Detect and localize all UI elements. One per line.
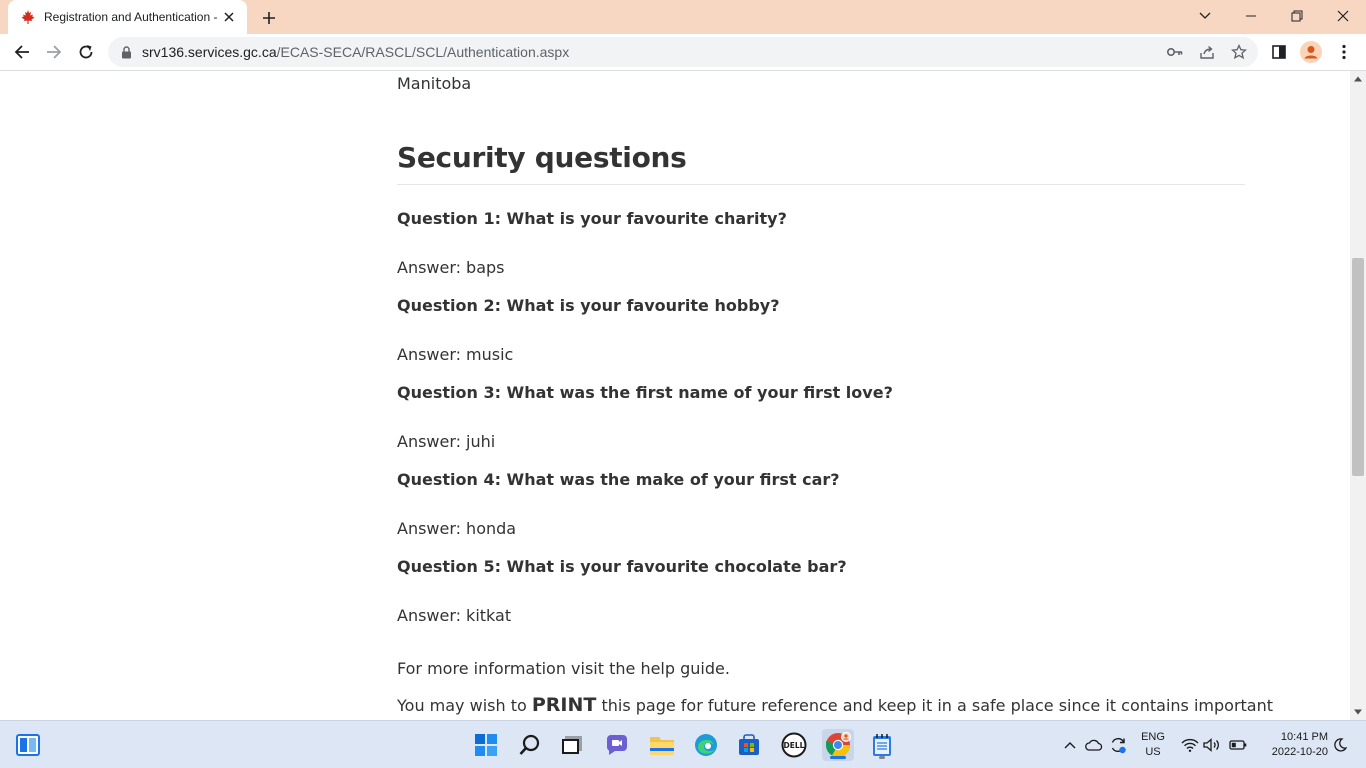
security-answer-1: Answer: baps (397, 258, 505, 277)
bookmark-star-icon[interactable] (1230, 43, 1248, 61)
section-title: Security questions (397, 141, 687, 174)
answer-value: juhi (466, 432, 496, 451)
edge-browser-icon[interactable] (690, 729, 722, 761)
battery-icon[interactable] (1228, 735, 1248, 755)
security-question-5: Question 5: What is your favourite choco… (397, 557, 847, 576)
help-guide-text: For more information visit the help guid… (397, 659, 730, 678)
clock-time: 10:41 PM (1280, 731, 1328, 743)
province-value: Manitoba (397, 74, 472, 93)
security-question-3: Question 3: What was the first name of y… (397, 383, 893, 402)
new-tab-plus-icon[interactable] (258, 7, 280, 29)
answer-value: music (466, 345, 514, 364)
answer-label: Answer: (397, 432, 462, 451)
answer-value: honda (466, 519, 517, 538)
language-code: ENG (1141, 731, 1165, 743)
sync-update-icon[interactable] (1108, 735, 1128, 755)
search-icon[interactable] (514, 729, 546, 761)
answer-value: baps (466, 258, 505, 277)
chrome-browser-icon[interactable] (822, 729, 854, 761)
side-panel-icon[interactable] (1265, 38, 1293, 66)
tab-strip: Registration and Authentication - (0, 0, 1366, 34)
vertical-scrollbar[interactable] (1350, 71, 1366, 720)
answer-label: Answer: (397, 345, 462, 364)
scrollbar-thumb[interactable] (1352, 258, 1364, 476)
wifi-icon[interactable] (1180, 735, 1200, 755)
tab-title: Registration and Authentication - (44, 10, 218, 24)
scroll-up-arrow-icon[interactable] (1350, 71, 1366, 87)
canada-maple-leaf-icon (20, 9, 36, 25)
system-clock[interactable]: 10:41 PM 2022-10-20 (1254, 730, 1328, 760)
more-menu-icon[interactable] (1330, 38, 1358, 66)
answer-value: kitkat (466, 606, 512, 625)
share-icon[interactable] (1198, 43, 1216, 61)
security-answer-5: Answer: kitkat (397, 606, 511, 625)
dell-app-icon[interactable]: DELL (778, 729, 810, 761)
address-bar[interactable]: srv136.services.gc.ca/ECAS-SECA/RASCL/SC… (108, 37, 1258, 67)
back-arrow-icon[interactable] (8, 38, 36, 66)
notepad-icon[interactable] (866, 729, 898, 761)
open-indicator (879, 756, 885, 759)
answer-label: Answer: (397, 258, 462, 277)
security-answer-2: Answer: music (397, 345, 513, 364)
key-icon[interactable] (1166, 43, 1184, 61)
windows-taskbar: DELL ENG US 10:41 PM 2022-10-20 (0, 720, 1366, 768)
url-path: /ECAS-SECA/RASCL/SCL/Authentication.aspx (276, 44, 570, 60)
running-indicator (830, 756, 846, 759)
forward-arrow-icon[interactable] (40, 38, 68, 66)
svg-text:DELL: DELL (784, 741, 805, 750)
notification-moon-icon[interactable] (1330, 735, 1350, 755)
scroll-down-arrow-icon[interactable] (1350, 704, 1366, 720)
answer-label: Answer: (397, 606, 462, 625)
microsoft-store-icon[interactable] (733, 729, 765, 761)
url-text[interactable]: srv136.services.gc.ca/ECAS-SECA/RASCL/SC… (142, 44, 569, 60)
lock-icon[interactable] (118, 44, 134, 60)
task-view-icon[interactable] (556, 729, 588, 761)
close-tab-icon[interactable] (221, 9, 237, 25)
volume-speaker-icon[interactable] (1202, 735, 1222, 755)
security-answer-4: Answer: honda (397, 519, 516, 538)
print-suffix: this page for future reference and keep … (601, 696, 1274, 715)
clock-date: 2022-10-20 (1271, 746, 1328, 758)
widgets-icon[interactable] (12, 729, 44, 761)
browser-tab-active[interactable]: Registration and Authentication - (8, 0, 247, 34)
print-notice: You may wish to PRINT this page for futu… (397, 694, 1273, 716)
page-viewport: Manitoba Security questions Question 1: … (0, 71, 1350, 720)
language-region: US (1145, 746, 1161, 758)
browser-toolbar: srv136.services.gc.ca/ECAS-SECA/RASCL/SC… (0, 34, 1366, 71)
restore-icon[interactable] (1274, 0, 1320, 32)
windows-start-icon[interactable] (470, 729, 502, 761)
url-host: srv136.services.gc.ca (142, 44, 277, 60)
file-explorer-icon[interactable] (646, 729, 678, 761)
section-divider (397, 184, 1245, 185)
reload-icon[interactable] (72, 38, 100, 66)
print-word: PRINT (531, 694, 597, 716)
profile-avatar-icon[interactable] (1297, 38, 1325, 66)
show-hidden-icons-chevron-up-icon[interactable] (1060, 735, 1080, 755)
security-question-2: Question 2: What is your favourite hobby… (397, 296, 780, 315)
print-prefix: You may wish to (397, 696, 527, 715)
security-answer-3: Answer: juhi (397, 432, 495, 451)
answer-label: Answer: (397, 519, 462, 538)
onedrive-cloud-icon[interactable] (1084, 735, 1104, 755)
minimize-icon[interactable] (1228, 0, 1274, 32)
input-language-indicator[interactable]: ENG US (1138, 730, 1168, 760)
security-question-4: Question 4: What was the make of your fi… (397, 470, 840, 489)
tab-search-chevron-down-icon[interactable] (1182, 0, 1228, 32)
close-window-icon[interactable] (1320, 0, 1366, 32)
teams-chat-icon[interactable] (601, 729, 633, 761)
security-question-1: Question 1: What is your favourite chari… (397, 209, 787, 228)
